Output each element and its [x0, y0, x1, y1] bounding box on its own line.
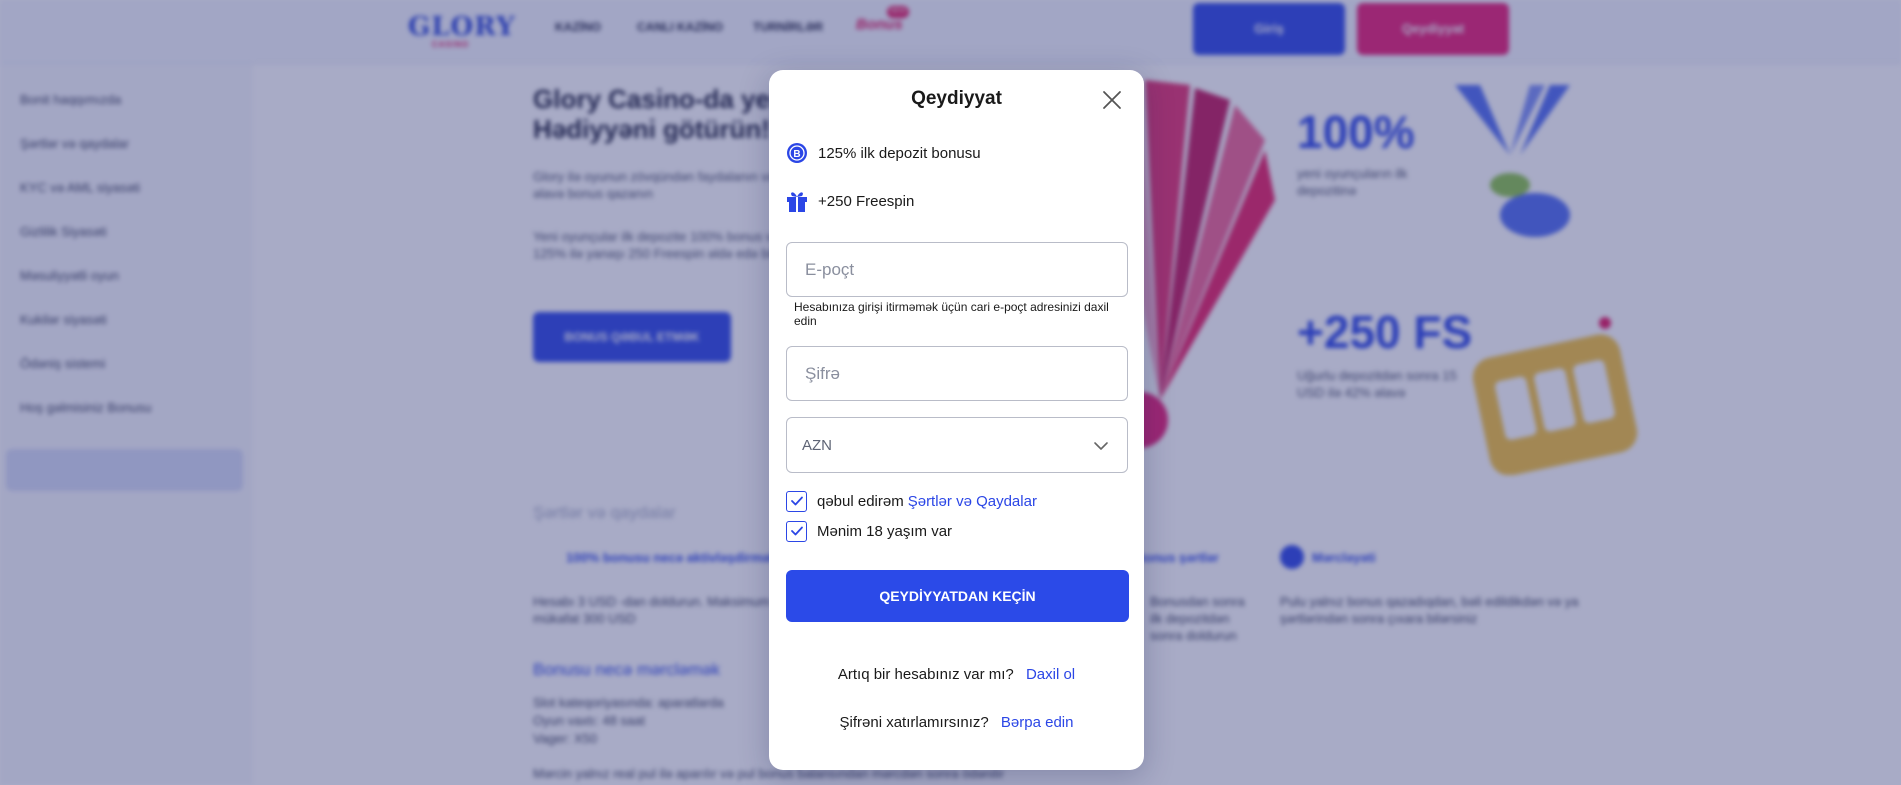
- currency-select[interactable]: AZN: [786, 417, 1128, 473]
- gift-icon: [786, 190, 808, 212]
- registration-modal: Qeydiyyat B 125% ilk depozit bonusu +250…: [769, 70, 1144, 770]
- check-icon: [790, 526, 803, 536]
- check-icon: [790, 496, 803, 506]
- register-submit-button[interactable]: QEYDİYYATDAN KEÇİN: [786, 570, 1129, 622]
- chevron-down-icon: [1093, 438, 1109, 459]
- age-checkbox-row: Mənim 18 yaşım var: [786, 520, 952, 542]
- svg-text:B: B: [793, 149, 800, 160]
- bonus-coin-icon: B: [786, 142, 808, 164]
- currency-value: AZN: [802, 437, 832, 454]
- modal-title: Qeydiyyat: [911, 88, 1002, 109]
- login-prompt: Artıq bir hesabınız var mı? Daxil ol: [769, 666, 1144, 683]
- restore-prompt: Şifrəni xatırlamırsınız? Bərpa edin: [769, 714, 1144, 731]
- login-link[interactable]: Daxil ol: [1026, 666, 1075, 683]
- forgot-password-text: Şifrəni xatırlamırsınız?: [839, 714, 989, 731]
- terms-checkbox-row: qəbul edirəm Şərtlər və Qaydalar: [786, 490, 1037, 512]
- password-input[interactable]: [787, 347, 1127, 400]
- age-label: Mənim 18 yaşım var: [817, 522, 953, 540]
- close-icon[interactable]: [1100, 88, 1124, 112]
- terms-label: qəbul edirəm: [817, 492, 904, 510]
- bonus-deposit-row: B 125% ilk depozit bonusu: [786, 141, 981, 165]
- email-field[interactable]: [786, 242, 1128, 297]
- email-hint: Hesabınıza girişi itirməmək üçün cari e-…: [794, 300, 1109, 328]
- restore-password-link[interactable]: Bərpa edin: [1001, 714, 1074, 731]
- bonus-freespin-text: +250 Freespin: [818, 192, 915, 210]
- terms-link[interactable]: Şərtlər və Qaydalar: [908, 493, 1037, 510]
- terms-checkbox[interactable]: [786, 490, 807, 512]
- have-account-text: Artıq bir hesabınız var mı?: [837, 666, 1014, 683]
- password-field[interactable]: [786, 346, 1128, 401]
- bonus-deposit-text: 125% ilk depozit bonusu: [818, 144, 981, 162]
- email-input[interactable]: [787, 243, 1127, 296]
- age-checkbox[interactable]: [786, 520, 807, 542]
- bonus-freespin-row: +250 Freespin: [786, 189, 914, 213]
